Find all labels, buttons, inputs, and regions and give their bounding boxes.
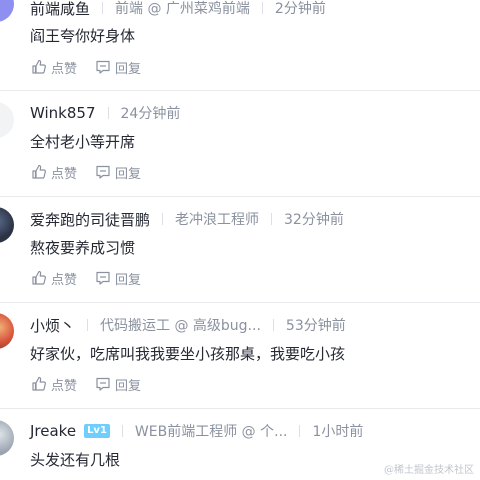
divider (0, 90, 480, 91)
separator (87, 319, 89, 331)
avatar[interactable] (0, 420, 14, 456)
avatar[interactable] (0, 207, 14, 243)
separator (107, 107, 109, 119)
separator (162, 213, 164, 225)
comment-icon (96, 165, 110, 179)
comment-time: 32分钟前 (284, 212, 344, 228)
comment-icon (96, 377, 110, 391)
reply-button[interactable]: 回复 (95, 375, 141, 394)
user-title: 代码搬运工 @ 高级bug... (100, 318, 261, 334)
reply-label: 回复 (115, 61, 142, 77)
divider (0, 408, 480, 409)
like-label: 点赞 (51, 272, 78, 288)
comment-time: 24分钟前 (120, 106, 181, 122)
thumbs-up-icon (32, 164, 46, 179)
separator (299, 425, 301, 437)
divider (0, 196, 480, 197)
comment-text: 阎王夸你好身体 (30, 27, 136, 45)
like-button[interactable]: 点赞 (31, 375, 77, 394)
user-title: 老冲浪工程师 (175, 212, 260, 228)
thumbs-up-icon (32, 376, 46, 391)
separator (272, 319, 274, 331)
like-label: 点赞 (51, 166, 78, 182)
comment-text: 头发还有几根 (30, 451, 121, 469)
reply-label: 回复 (115, 272, 142, 288)
reply-label: 回复 (115, 378, 142, 394)
user-title: WEB前端工程师 @ 个... (134, 424, 288, 440)
comment-actions: 点赞 回复 (31, 374, 141, 394)
comment-text: 好家伙，吃席叫我我要坐小孩那桌，我要吃小孩 (30, 345, 346, 363)
comment-actions: 点赞 回复 (31, 162, 141, 182)
like-label: 点赞 (51, 61, 78, 77)
like-button[interactable]: 点赞 (31, 58, 77, 77)
avatar[interactable] (0, 0, 14, 22)
comment-icon (96, 60, 110, 74)
comment-time: 2分钟前 (274, 1, 326, 17)
username[interactable]: Wink857 (30, 104, 96, 122)
like-button[interactable]: 点赞 (31, 163, 77, 182)
avatar[interactable] (0, 313, 14, 349)
reply-button[interactable]: 回复 (95, 269, 141, 288)
like-label: 点赞 (51, 378, 78, 394)
thumbs-up-icon (32, 270, 46, 285)
username[interactable]: 前端咸鱼 (30, 0, 90, 19)
comment-header: Wink857 24分钟前 (30, 102, 180, 124)
separator (261, 2, 263, 14)
reply-button[interactable]: 回复 (95, 58, 141, 77)
username[interactable]: Jreake (30, 422, 76, 440)
user-title: 前端 @ 广州菜鸡前端 (115, 1, 250, 17)
level-badge: Lv1 (84, 424, 110, 438)
comment-header: 前端咸鱼 前端 @ 广州菜鸡前端 2分钟前 (30, 0, 326, 19)
watermark: @稀土掘金技术社区 (384, 465, 474, 476)
reply-button[interactable]: 回复 (95, 163, 141, 182)
separator (102, 2, 104, 14)
comment-header: 爱奔跑的司徒晋鹏 老冲浪工程师 32分钟前 (30, 208, 344, 230)
comment-icon (96, 271, 110, 285)
divider (0, 302, 480, 303)
comment-actions: 点赞 回复 (31, 57, 141, 77)
comment-header: 小烦丶 代码搬运工 @ 高级bug... 53分钟前 (30, 314, 346, 336)
username[interactable]: 小烦丶 (30, 315, 75, 336)
like-button[interactable]: 点赞 (31, 269, 77, 288)
avatar[interactable] (0, 102, 14, 138)
comment-header: Jreake Lv1 WEB前端工程师 @ 个... 1小时前 (30, 420, 363, 442)
comment-actions: 点赞 回复 (31, 268, 141, 288)
thumbs-up-icon (32, 59, 46, 74)
reply-label: 回复 (115, 166, 142, 182)
comment-text: 熬夜要养成习惯 (30, 239, 136, 257)
comment-text: 全村老小等开席 (30, 133, 136, 151)
comment-time: 53分钟前 (285, 318, 346, 334)
separator (271, 213, 273, 225)
username[interactable]: 爱奔跑的司徒晋鹏 (30, 209, 150, 230)
comment-time: 1小时前 (312, 424, 364, 440)
separator (121, 425, 123, 437)
